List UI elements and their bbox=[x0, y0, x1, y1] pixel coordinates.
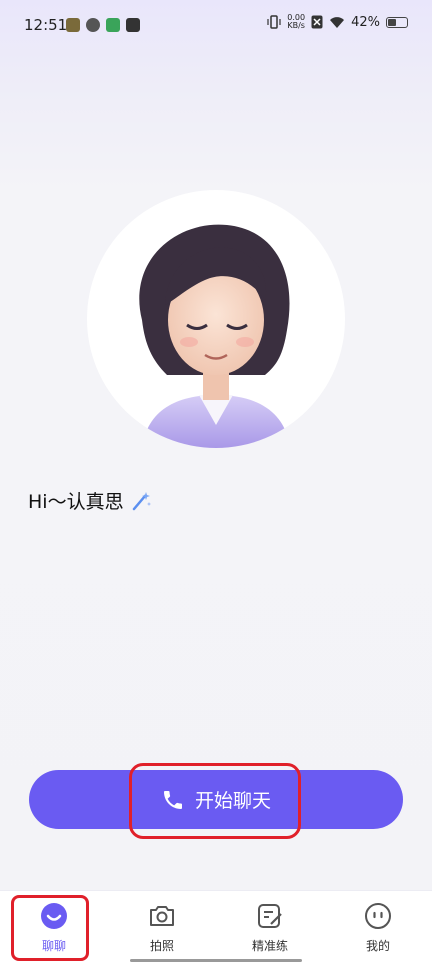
status-bar: 12:51 0.00 KB/s 42% bbox=[0, 0, 432, 52]
nav-label-practice: 精准练 bbox=[251, 939, 288, 953]
notification-icons bbox=[66, 18, 140, 32]
nav-label-photo: 拍照 bbox=[149, 939, 174, 953]
camera-icon bbox=[147, 901, 177, 931]
mail-app-icon bbox=[126, 18, 140, 32]
avatar-illustration bbox=[139, 224, 290, 448]
status-time: 12:51 bbox=[24, 16, 68, 34]
maps-app-icon bbox=[106, 18, 120, 32]
greeting: Hi～认真思 bbox=[28, 487, 152, 514]
nav-item-profile[interactable]: 我的 bbox=[324, 891, 432, 964]
greeting-text: Hi～认真思 bbox=[28, 491, 124, 513]
nav-label-profile: 我的 bbox=[365, 939, 390, 953]
battery-percent: 42% bbox=[351, 14, 380, 30]
swirl-app-icon bbox=[86, 18, 100, 32]
battery-fill bbox=[388, 18, 396, 26]
status-right: 0.00 KB/s 42% bbox=[267, 14, 408, 30]
ai-avatar bbox=[87, 190, 345, 448]
wifi-icon bbox=[330, 16, 345, 28]
no-sim-icon bbox=[311, 15, 323, 29]
speed-unit: KB/s bbox=[287, 21, 305, 30]
home-indicator[interactable] bbox=[130, 959, 302, 962]
highlight-box-chat-tab bbox=[11, 895, 89, 961]
game-app-icon bbox=[66, 18, 80, 32]
highlight-box-start-button bbox=[129, 763, 301, 839]
edit-note-icon bbox=[255, 901, 285, 931]
magic-wand-icon bbox=[132, 491, 151, 510]
profile-face-icon bbox=[363, 901, 393, 931]
network-speed: 0.00 KB/s bbox=[287, 14, 305, 30]
vibrate-icon bbox=[267, 15, 281, 29]
nav-item-photo[interactable]: 拍照 bbox=[108, 891, 216, 964]
battery-icon bbox=[386, 16, 408, 28]
nav-item-practice[interactable]: 精准练 bbox=[216, 891, 324, 964]
